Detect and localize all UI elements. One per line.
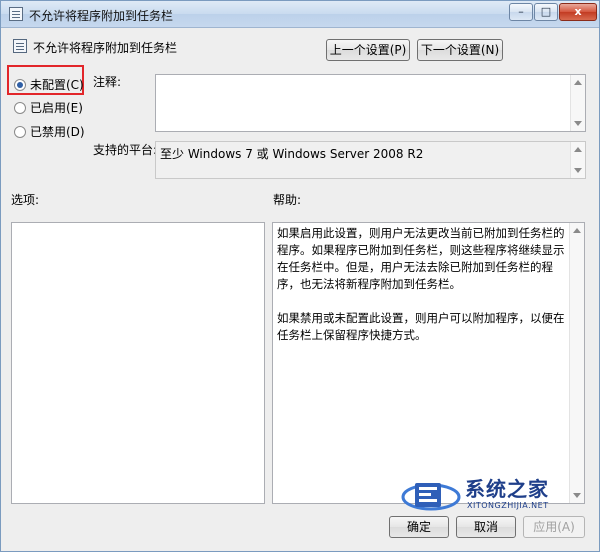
options-label: 选项:: [11, 193, 40, 207]
comment-label: 注释:: [93, 75, 122, 89]
help-text: 如果启用此设置，则用户无法更改当前已附加到任务栏的程序。如果程序已附加到任务栏，…: [277, 225, 567, 361]
supported-platform-label: 支持的平台:: [93, 143, 158, 157]
policy-dialog-window: 不允许将程序附加到任务栏 – □ x 不允许将程序附加到任务栏 上一个设置(P)…: [0, 0, 600, 552]
scroll-down-arrow-icon[interactable]: [574, 121, 582, 126]
radio-label: 未配置(C): [30, 78, 84, 92]
watermark-logo-icon: [401, 483, 461, 511]
next-setting-button[interactable]: 下一个设置(N): [417, 39, 503, 61]
policy-icon: [9, 7, 23, 21]
help-pane: 如果启用此设置，则用户无法更改当前已附加到任务栏的程序。如果程序已附加到任务栏，…: [272, 222, 585, 504]
previous-setting-button[interactable]: 上一个设置(P): [326, 39, 410, 61]
comment-scrollbar[interactable]: [570, 75, 585, 131]
scroll-down-arrow-icon[interactable]: [574, 168, 582, 173]
watermark-title: 系统之家: [465, 477, 549, 501]
scroll-up-arrow-icon[interactable]: [573, 228, 581, 233]
scroll-up-arrow-icon[interactable]: [574, 80, 582, 85]
policy-name: 不允许将程序附加到任务栏: [33, 41, 178, 55]
radio-indicator[interactable]: [14, 126, 26, 138]
policy-setting-icon: [13, 39, 27, 53]
supported-platform-value: 至少 Windows 7 或 Windows Server 2008 R2: [160, 147, 424, 161]
maximize-button[interactable]: □: [534, 3, 558, 21]
ok-button[interactable]: 确定: [389, 516, 449, 538]
help-scrollbar[interactable]: [569, 223, 584, 503]
radio-selected-indicator[interactable]: [14, 79, 26, 91]
window-title: 不允许将程序附加到任务栏: [29, 9, 174, 23]
watermark: 系统之家 XITONGZHIJIA.NET: [401, 471, 571, 521]
supported-platform-field: 至少 Windows 7 或 Windows Server 2008 R2: [155, 141, 586, 179]
options-pane: [11, 222, 265, 504]
scroll-down-arrow-icon[interactable]: [573, 493, 581, 498]
comment-textarea[interactable]: [155, 74, 586, 132]
minimize-button[interactable]: –: [509, 3, 533, 21]
help-paragraph: 如果禁用或未配置此设置，则用户可以附加程序，以便在任务栏上保留程序快捷方式。: [277, 311, 565, 342]
radio-label: 已启用(E): [30, 101, 83, 115]
help-label: 帮助:: [273, 193, 302, 207]
apply-button[interactable]: 应用(A): [523, 516, 585, 538]
cancel-button[interactable]: 取消: [456, 516, 516, 538]
platform-scrollbar[interactable]: [570, 142, 585, 178]
title-bar[interactable]: 不允许将程序附加到任务栏 – □ x: [1, 1, 599, 28]
scroll-up-arrow-icon[interactable]: [574, 147, 582, 152]
close-button[interactable]: x: [559, 3, 597, 21]
help-paragraph: 如果启用此设置，则用户无法更改当前已附加到任务栏的程序。如果程序已附加到任务栏，…: [277, 226, 565, 291]
radio-indicator[interactable]: [14, 102, 26, 114]
radio-label: 已禁用(D): [30, 125, 85, 139]
watermark-url: XITONGZHIJIA.NET: [467, 501, 549, 510]
